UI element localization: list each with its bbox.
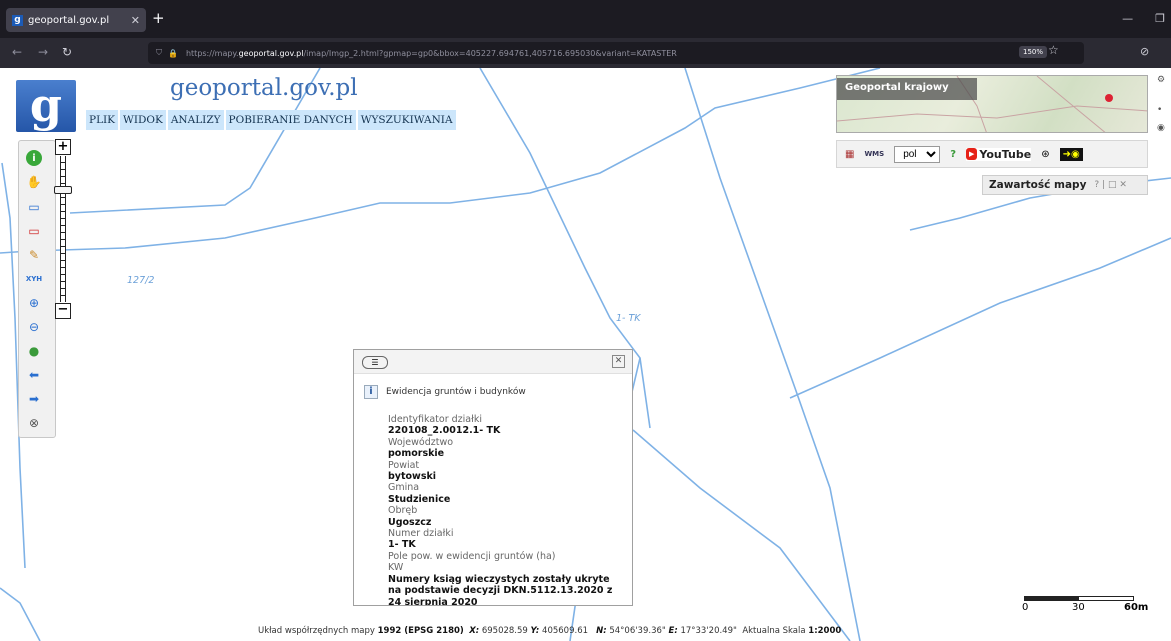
pan-hand-icon[interactable]: ✋	[26, 174, 42, 190]
youtube-play-icon: ▶	[966, 148, 978, 160]
url-text: https://mapy.geoportal.gov.pl/imap/Imgp_…	[185, 48, 677, 58]
right-edge-tools: ⚙ • ◉	[1157, 75, 1171, 185]
field-label: Województwo	[388, 436, 454, 448]
zoom-slider-thumb[interactable]	[54, 186, 72, 194]
browser-navbar: ← → ↻ ⛉ 🔒 https://mapy.geoportal.gov.pl/…	[0, 38, 1171, 68]
deselect-rect-icon[interactable]: ▭	[26, 223, 42, 239]
map-contents-buttons[interactable]: ? | □ ✕	[1094, 180, 1126, 190]
shield-icon: ⛉	[156, 48, 162, 57]
zoom-out-icon[interactable]: ⊖	[26, 319, 42, 335]
menu-analizy[interactable]: ANALIZY	[167, 110, 224, 130]
field-value: 220108_2.0012.1- TK	[388, 425, 501, 437]
compass-icon[interactable]: ⊗	[26, 415, 42, 431]
forward-icon[interactable]: →	[38, 45, 48, 59]
browser-tab[interactable]: g geoportal.gov.pl ✕	[6, 8, 146, 32]
main-menu: PLIK WIDOK ANALIZY POBIERANIE DANYCH WYS…	[86, 110, 456, 130]
popup-fields: Identyfikator działki 220108_2.0012.1- T…	[388, 414, 626, 606]
menu-wyszukiwania[interactable]: WYSZUKIWANIA	[357, 110, 456, 130]
coordinate-statusbar: Układ współrzędnych mapy 1992 (EPSG 2180…	[258, 626, 842, 636]
pencil-icon[interactable]: ✎	[26, 247, 42, 263]
field-label: Gmina	[388, 482, 420, 494]
popup-close-icon[interactable]: ✕	[612, 355, 625, 368]
lock-icon: 🔒	[168, 48, 178, 58]
info-icon[interactable]: i	[26, 150, 42, 166]
accessibility-icon[interactable]: ⊛	[1041, 149, 1049, 160]
field-label: Obręb	[388, 505, 418, 517]
select-rect-icon[interactable]: ▭	[26, 199, 42, 215]
reload-icon[interactable]: ↻	[62, 45, 72, 59]
youtube-link[interactable]: ▶ YouTube	[966, 147, 1032, 161]
zoom-plus-button[interactable]: +	[55, 139, 71, 155]
wms-icon[interactable]: WMS	[864, 150, 884, 158]
zoom-minus-button[interactable]: −	[55, 303, 71, 319]
map-contents-title: Zawartość mapy	[989, 179, 1087, 191]
new-tab-icon[interactable]: +	[152, 11, 165, 26]
bookmark-star-icon[interactable]: ☆	[1048, 43, 1059, 57]
high-contrast-icon[interactable]: ➜◉	[1059, 147, 1083, 161]
window-controls: — ❐	[1122, 12, 1165, 25]
previous-view-icon[interactable]: ⬅	[26, 367, 42, 383]
zoom-in-icon[interactable]: ⊕	[26, 295, 42, 311]
language-select[interactable]: pol	[894, 145, 941, 163]
field-label: Pole pow. w ewidencji gruntów (ha)	[388, 550, 556, 562]
scale-tick-0: 0	[1022, 602, 1029, 613]
scale-bar: 0 30 60m	[1022, 596, 1152, 614]
scale-tick-60: 60m	[1124, 602, 1149, 613]
field-value: pomorskie	[388, 448, 445, 460]
parcel-label: 127/2	[127, 275, 155, 286]
map-contents-panel[interactable]: Zawartość mapy ? | □ ✕	[982, 175, 1148, 195]
menu-widok[interactable]: WIDOK	[120, 110, 166, 130]
scale-bar-graphic	[1024, 596, 1134, 601]
overview-minimap[interactable]: Geoportal krajowy	[836, 75, 1148, 133]
menu-pobieranie-danych[interactable]: POBIERANIE DANYCH	[225, 110, 356, 130]
popup-heading: i Ewidencja gruntów i budynków	[364, 385, 526, 399]
eye-icon[interactable]: ◉	[1157, 123, 1171, 133]
minimap-label: Geoportal krajowy	[837, 78, 977, 100]
site-title: geoportal.gov.pl	[170, 75, 358, 101]
field-label: Identyfikator działki	[388, 414, 482, 425]
maximize-icon[interactable]: ❐	[1155, 12, 1165, 25]
menu-plik[interactable]: PLIK	[86, 110, 119, 130]
tab-title: geoportal.gov.pl	[28, 14, 110, 26]
next-view-icon[interactable]: ➡	[26, 391, 42, 407]
zoom-level-badge[interactable]: 150%	[1019, 46, 1048, 58]
field-value: bytowski	[388, 471, 437, 483]
pocket-icon[interactable]: ⊘	[1140, 45, 1149, 58]
close-tab-icon[interactable]: ✕	[131, 14, 140, 27]
field-value: 1- TK	[388, 539, 416, 551]
field-value: Numery ksiąg wieczystych zostały ukryte …	[388, 573, 613, 606]
favicon-icon: g	[12, 14, 23, 26]
top-right-iconbar: ▦ WMS pol ? ▶ YouTube ⊛ ➜◉	[836, 140, 1148, 168]
info-icon: i	[364, 385, 378, 399]
xyh-icon[interactable]: XYH	[26, 271, 42, 287]
field-label: Powiat	[388, 459, 420, 471]
minimize-icon[interactable]: —	[1122, 12, 1133, 25]
parcel-info-popup: ☰ ✕ i Ewidencja gruntów i budynków Ident…	[353, 349, 633, 606]
field-label: KW	[388, 562, 404, 574]
popup-collapse-icon[interactable]: ☰	[362, 356, 388, 369]
popup-titlebar: ☰ ✕	[354, 350, 632, 374]
map-toolbar: i ✋ ▭ ▭ ✎ XYH ⊕ ⊖ ● ⬅ ➡ ⊗	[18, 140, 56, 438]
field-value: Studzienice	[388, 493, 451, 505]
geoportal-logo[interactable]: g	[16, 80, 76, 132]
zoom-slider-rail[interactable]	[60, 156, 66, 302]
browser-tabbar: g geoportal.gov.pl ✕ + — ❐	[0, 0, 1171, 38]
field-label: Numer działki	[388, 528, 454, 540]
calendar-icon[interactable]: ▦	[845, 149, 854, 160]
field-value: Ugoszcz	[388, 516, 432, 528]
url-bar[interactable]: ⛉ 🔒 https://mapy.geoportal.gov.pl/imap/I…	[148, 42, 1084, 64]
globe-icon[interactable]: ●	[26, 343, 42, 359]
scale-tick-30: 30	[1072, 602, 1085, 613]
settings-icon[interactable]: ⚙	[1157, 75, 1171, 85]
dot-icon[interactable]: •	[1157, 105, 1171, 115]
back-icon[interactable]: ←	[12, 45, 22, 59]
help-icon[interactable]: ?	[950, 149, 956, 160]
parcel-label: 1- TK	[616, 313, 641, 324]
